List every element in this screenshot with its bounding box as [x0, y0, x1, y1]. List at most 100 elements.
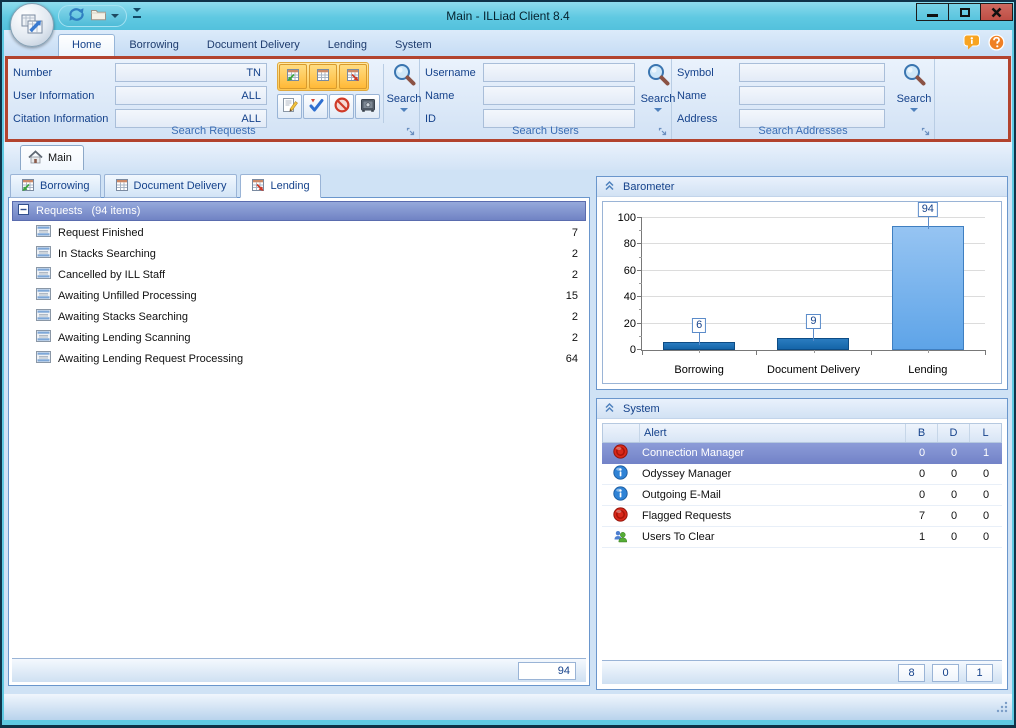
panel-tab-label: Lending [270, 180, 309, 192]
document-delivery-grid-button[interactable] [309, 64, 337, 89]
close-button[interactable] [980, 3, 1013, 21]
request-queue-row[interactable]: Request Finished7 [12, 222, 586, 243]
queue-label: Cancelled by ILL Staff [58, 269, 165, 281]
system-alert-row-connection-manager[interactable]: Connection Manager001 [602, 443, 1002, 464]
request-queue-row[interactable]: Awaiting Lending Request Processing64 [12, 348, 586, 369]
panel-tab-document-delivery[interactable]: Document Delivery [104, 174, 238, 198]
barometer-title: Barometer [623, 181, 674, 193]
info-icon [613, 486, 628, 504]
y-axis-label: 80 [608, 238, 636, 250]
block-request-button[interactable] [329, 94, 354, 119]
alert-d-count: 0 [938, 468, 970, 480]
field-row: Name [677, 86, 885, 105]
system-alert-row-flagged-requests[interactable]: Flagged Requests700 [602, 506, 1002, 527]
system-alert-row-users-to-clear[interactable]: Users To Clear100 [602, 527, 1002, 548]
ribbon-tab-system[interactable]: System [381, 34, 446, 56]
workspace: Borrowing Document Delivery Lending Reques… [4, 170, 1012, 692]
info-icon-cell [602, 465, 638, 483]
new-form-icon[interactable] [90, 7, 107, 25]
barometer-chart-area: 0204060801006Borrowing9Document Delivery… [602, 201, 1002, 384]
check-request-button[interactable] [303, 94, 328, 119]
user-information-field[interactable]: ALL [115, 86, 267, 105]
dialog-launcher-icon[interactable] [657, 126, 668, 137]
x-axis-category-label: Lending [871, 364, 985, 376]
ribbon-tab-borrowing[interactable]: Borrowing [115, 34, 193, 56]
search-requests-button[interactable]: Search [384, 62, 424, 112]
dialog-launcher-icon[interactable] [405, 126, 416, 137]
requests-group-count: (94 items) [91, 205, 140, 217]
b-column-header: B [905, 424, 937, 442]
help-icon[interactable] [988, 34, 1005, 54]
title-bar: Main - ILLiad Client 8.4 [2, 2, 1014, 30]
x-axis-tick [928, 350, 929, 353]
group-caption: Search Requests [8, 125, 419, 139]
field-row: Username [425, 63, 635, 82]
bar-value-label: 9 [806, 314, 820, 329]
request-queue-row[interactable]: Awaiting Lending Scanning2 [12, 327, 586, 348]
request-queue-row[interactable]: Awaiting Stacks Searching 2 [12, 306, 586, 327]
panel-tab-borrowing[interactable]: Borrowing [10, 174, 101, 198]
field-label: User Information [13, 90, 115, 102]
home-house-icon [28, 150, 43, 167]
queue-count: 2 [572, 311, 580, 323]
collapse-minus-icon[interactable] [18, 204, 29, 218]
collapse-chevrons-icon[interactable] [603, 401, 616, 417]
panel-tab-label: Document Delivery [134, 180, 227, 192]
ribbon-tab-home[interactable]: Home [58, 34, 115, 56]
about-bubble-icon[interactable] [963, 34, 982, 54]
illiad-app-icon [18, 10, 46, 41]
safe-button[interactable] [355, 94, 380, 119]
group-search-addresses: SymbolNameAddress Search Search Addresse… [672, 59, 935, 139]
request-queue-row[interactable]: Cancelled by ILL Staff2 [12, 264, 586, 285]
name-field[interactable] [483, 86, 635, 105]
minimize-button[interactable] [916, 3, 949, 21]
request-item-icon [36, 288, 51, 303]
resize-grip[interactable] [995, 700, 1008, 716]
y-axis-label: 60 [608, 265, 636, 277]
ribbon: NumberTNUser InformationALLCitation Info… [5, 56, 1011, 142]
field-label: Username [425, 67, 483, 79]
panel-tab-lending[interactable]: Lending [240, 174, 320, 198]
system-alert-row-outgoing-e-mail[interactable]: Outgoing E-Mail000 [602, 485, 1002, 506]
system-total-box: 8 [898, 664, 925, 682]
number-field[interactable]: TN [115, 63, 267, 82]
users-icon-cell [602, 529, 638, 546]
system-alert-row-odyssey-manager[interactable]: Odyssey Manager000 [602, 464, 1002, 485]
borrowing-grid-button[interactable] [279, 64, 307, 89]
lending-grid-icon [346, 68, 360, 85]
collapse-chevrons-icon[interactable] [603, 179, 616, 195]
system-footer: 801 [602, 660, 1002, 684]
symbol-field[interactable] [739, 63, 885, 82]
lending-grid-button[interactable] [339, 64, 367, 89]
request-grid-buttons [277, 62, 380, 119]
customize-quick-access-button[interactable] [131, 8, 143, 20]
application-menu-button[interactable] [10, 3, 54, 47]
ribbon-tab-lending[interactable]: Lending [314, 34, 381, 56]
bar-value-label: 94 [918, 202, 938, 217]
dialog-launcher-icon[interactable] [920, 126, 931, 137]
request-queue-row[interactable]: In Stacks Searching2 [12, 243, 586, 264]
minimize-icon [927, 14, 938, 17]
field-row: User InformationALL [13, 86, 267, 105]
request-queue-row[interactable]: Awaiting Unfilled Processing15 [12, 285, 586, 306]
name-field[interactable] [739, 86, 885, 105]
alert-l-count: 1 [970, 447, 1002, 459]
l-column-header: L [969, 424, 1001, 442]
field-label: Symbol [677, 67, 739, 79]
queue-label: Request Finished [58, 227, 144, 239]
username-field[interactable] [483, 63, 635, 82]
requests-footer: 94 [12, 658, 586, 682]
x-axis-category-label: Borrowing [642, 364, 756, 376]
system-table-header: Alert B D L [602, 423, 1002, 443]
chevron-down-icon[interactable] [111, 14, 119, 18]
y-axis-label: 100 [608, 212, 636, 224]
search-addresses-button[interactable]: Search [894, 62, 934, 112]
maximize-button[interactable] [948, 3, 981, 21]
refresh-icon[interactable] [66, 6, 87, 26]
alert-l-count: 0 [970, 489, 1002, 501]
edit-request-button[interactable] [277, 94, 302, 119]
tab-main[interactable]: Main [20, 145, 84, 170]
illiad-client-window: Main - ILLiad Client 8.4 HomeBorrowingDo… [0, 0, 1016, 728]
ribbon-tab-document-delivery[interactable]: Document Delivery [193, 34, 314, 56]
queue-label: Awaiting Stacks Searching [58, 311, 188, 323]
